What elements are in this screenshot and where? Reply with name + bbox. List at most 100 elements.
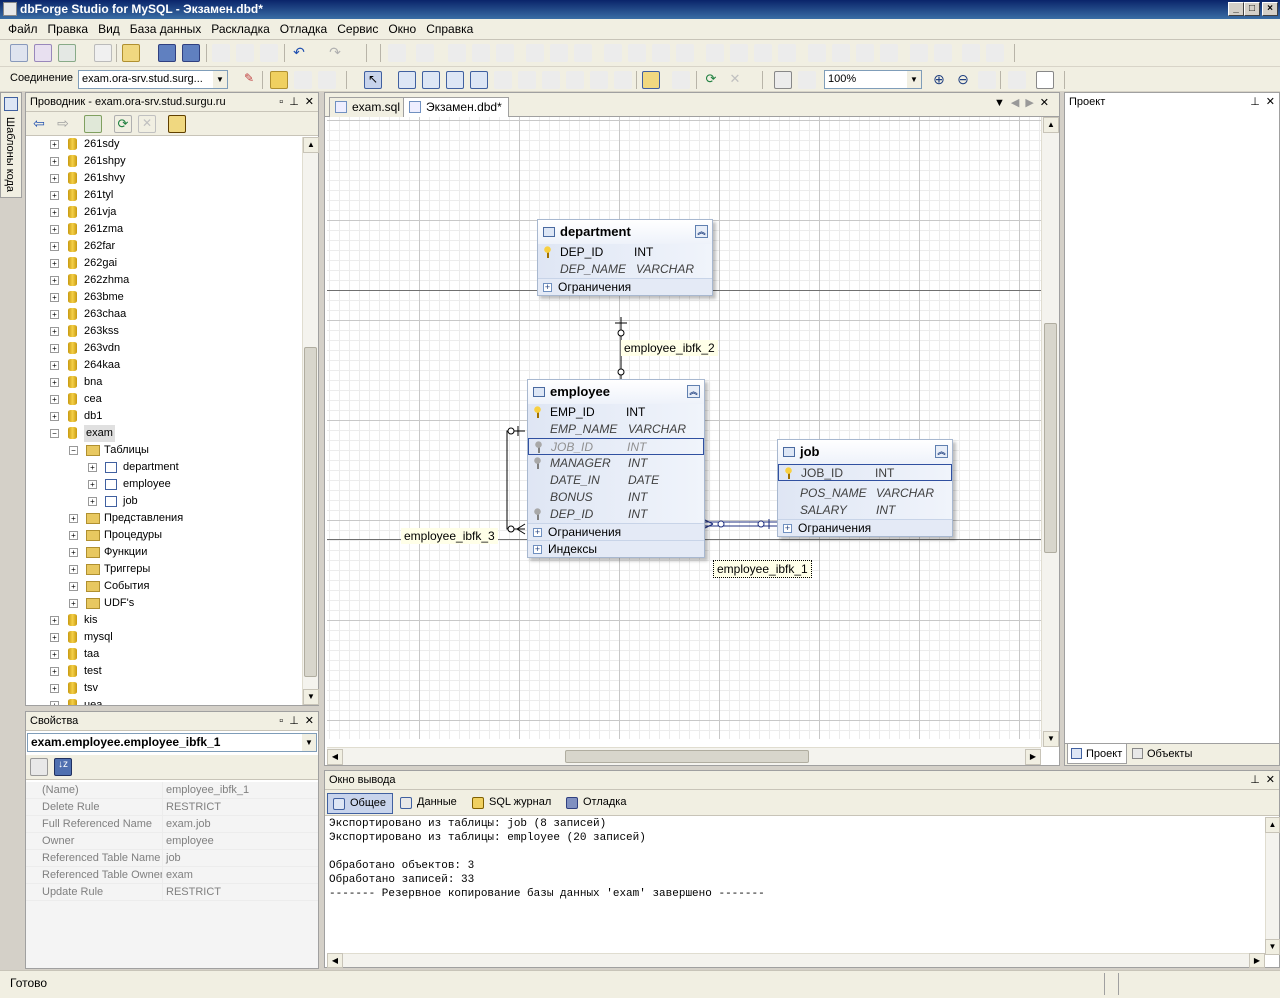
align-right-icon[interactable] (496, 44, 514, 62)
tree-item-table[interactable]: + department (26, 459, 302, 476)
tree-item-database[interactable]: + mysql (26, 629, 302, 646)
tree-item-database[interactable]: +263kss (26, 323, 302, 340)
zoom-fit-icon[interactable] (978, 71, 996, 89)
back-icon[interactable]: ⇦ (30, 115, 48, 133)
grid-align-icon[interactable] (416, 44, 434, 62)
refresh-icon[interactable]: ⟳ (702, 71, 720, 89)
scroll-thumb[interactable] (1044, 323, 1057, 553)
column-row[interactable]: EMP_ID INT (528, 404, 704, 421)
expand-icon[interactable]: + (50, 412, 59, 421)
h-spacing-remove-icon[interactable] (778, 44, 796, 62)
tree-item-database[interactable]: +261shvy (26, 170, 302, 187)
new-connection-icon[interactable] (84, 115, 102, 133)
relation-label-ibfk-1[interactable]: employee_ibfk_1 (713, 560, 812, 578)
tree-item-folder[interactable]: + События (26, 578, 302, 595)
tree-item-database[interactable]: + test (26, 663, 302, 680)
maximize-button[interactable]: □ (1244, 2, 1260, 16)
pin-icon[interactable]: ⊥ (1250, 774, 1260, 786)
refresh-icon[interactable]: ⟳ (114, 115, 132, 133)
object-selector[interactable]: exam.employee.employee_ibfk_1 ▼ (27, 733, 317, 752)
column-row[interactable]: POS_NAME VARCHAR (778, 485, 952, 502)
scroll-up-icon[interactable]: ▲ (1265, 817, 1280, 833)
menu-service[interactable]: Сервис (332, 19, 383, 40)
new-view-icon[interactable] (422, 71, 440, 89)
zoom-out-icon[interactable]: ⊖ (954, 71, 972, 89)
align-middle-icon[interactable] (550, 44, 568, 62)
explorer-scrollbar[interactable]: ▲ ▼ (302, 137, 319, 705)
new-procedure-icon[interactable] (446, 71, 464, 89)
fit-icon[interactable] (672, 71, 690, 89)
expand-icon[interactable]: + (50, 616, 59, 625)
commit-icon[interactable] (294, 71, 312, 89)
new-sql-icon[interactable] (10, 44, 28, 62)
copy-icon[interactable] (236, 44, 254, 62)
expand-icon[interactable]: + (50, 327, 59, 336)
expand-icon[interactable]: + (50, 310, 59, 319)
expand-icon[interactable]: + (50, 140, 59, 149)
save-all-icon[interactable] (182, 44, 200, 62)
expand-icon[interactable]: + (50, 208, 59, 217)
tree-item-database[interactable]: + cea (26, 391, 302, 408)
property-row[interactable]: Full Referenced Name exam.job (26, 816, 318, 833)
expand-icon[interactable]: + (50, 378, 59, 387)
property-value[interactable]: job (162, 850, 318, 867)
column-row[interactable]: EMP_NAME VARCHAR (528, 421, 704, 438)
expand-icon[interactable]: + (50, 395, 59, 404)
tree-item-folder[interactable]: + Процедуры (26, 527, 302, 544)
tab-general[interactable]: Общее (327, 793, 394, 814)
print-icon[interactable] (1008, 71, 1026, 89)
tree-item-table[interactable]: + employee (26, 476, 302, 493)
tree-item-database[interactable]: + kis (26, 612, 302, 629)
scroll-left-icon[interactable]: ◀ (327, 749, 343, 765)
tab-objects[interactable]: Объекты (1129, 744, 1196, 764)
output-vscroll[interactable]: ▲ ▼ (1265, 817, 1280, 955)
tree-item-database[interactable]: + tsv (26, 680, 302, 697)
expand-icon[interactable]: + (88, 497, 97, 506)
tree-item-folder[interactable]: + UDF's (26, 595, 302, 612)
menu-database[interactable]: База данных (125, 19, 206, 40)
open-folder-icon[interactable] (122, 44, 140, 62)
tree-item-database[interactable]: + uea (26, 697, 302, 705)
constraints-section[interactable]: + Ограничения (538, 278, 712, 295)
tab-exam-sql[interactable]: exam.sql (329, 97, 408, 117)
tree-item-database[interactable]: +263vdn (26, 340, 302, 357)
expand-icon[interactable]: + (69, 514, 78, 523)
group-icon[interactable] (962, 44, 980, 62)
expand-icon[interactable]: + (50, 650, 59, 659)
collapse-icon[interactable]: − (69, 446, 78, 455)
collapse-icon[interactable]: ︽ (687, 385, 700, 398)
zoom-combo[interactable]: 100% ▼ (824, 70, 922, 89)
entity-department[interactable]: department ︽ DEP_ID INT DEP_NAME VARCHAR + О… (537, 219, 713, 296)
expand-icon[interactable]: + (88, 480, 97, 489)
tab-data[interactable]: Данные (395, 793, 463, 814)
property-value[interactable]: RESTRICT (162, 799, 318, 816)
scroll-right-icon[interactable]: ▶ (1025, 749, 1041, 765)
edit-icon[interactable] (270, 71, 288, 89)
tree-item-database[interactable]: +261vja (26, 204, 302, 221)
column-row[interactable]: DATE_IN DATE (528, 472, 704, 489)
expand-icon[interactable]: + (50, 259, 59, 268)
expand-icon[interactable]: + (69, 548, 78, 557)
minimize-button[interactable]: _ (1228, 2, 1244, 16)
close-icon[interactable]: ✕ (1266, 96, 1275, 108)
tab-prev-icon[interactable]: ◀ (1011, 97, 1025, 109)
v-spacing-dec-icon[interactable] (856, 44, 874, 62)
h-spacing-inc-icon[interactable] (730, 44, 748, 62)
expand-icon[interactable]: + (50, 633, 59, 642)
expand-icon[interactable]: + (50, 293, 59, 302)
close-icon[interactable]: ✕ (305, 715, 314, 727)
window-icon[interactable]: ▫ (279, 715, 283, 727)
diagram-canvas[interactable]: department ︽ DEP_ID INT DEP_NAME VARCHAR + О… (327, 117, 1041, 739)
ungroup-icon[interactable] (986, 44, 1004, 62)
tab-exam-diagram[interactable]: Экзамен.dbd* (403, 97, 509, 117)
bring-front-icon[interactable] (910, 44, 928, 62)
undo-icon[interactable]: ↶ (290, 44, 308, 62)
collapse-icon[interactable]: ︽ (695, 225, 708, 238)
rollback-icon[interactable] (318, 71, 336, 89)
align-top-icon[interactable] (526, 44, 544, 62)
tree-item-database[interactable]: − exam (26, 425, 302, 442)
menu-file[interactable]: Файл (3, 19, 43, 40)
indexes-section[interactable]: + Индексы (528, 540, 704, 557)
column-row[interactable]: MANAGER INT (528, 455, 704, 472)
select-area-icon[interactable] (774, 71, 792, 89)
